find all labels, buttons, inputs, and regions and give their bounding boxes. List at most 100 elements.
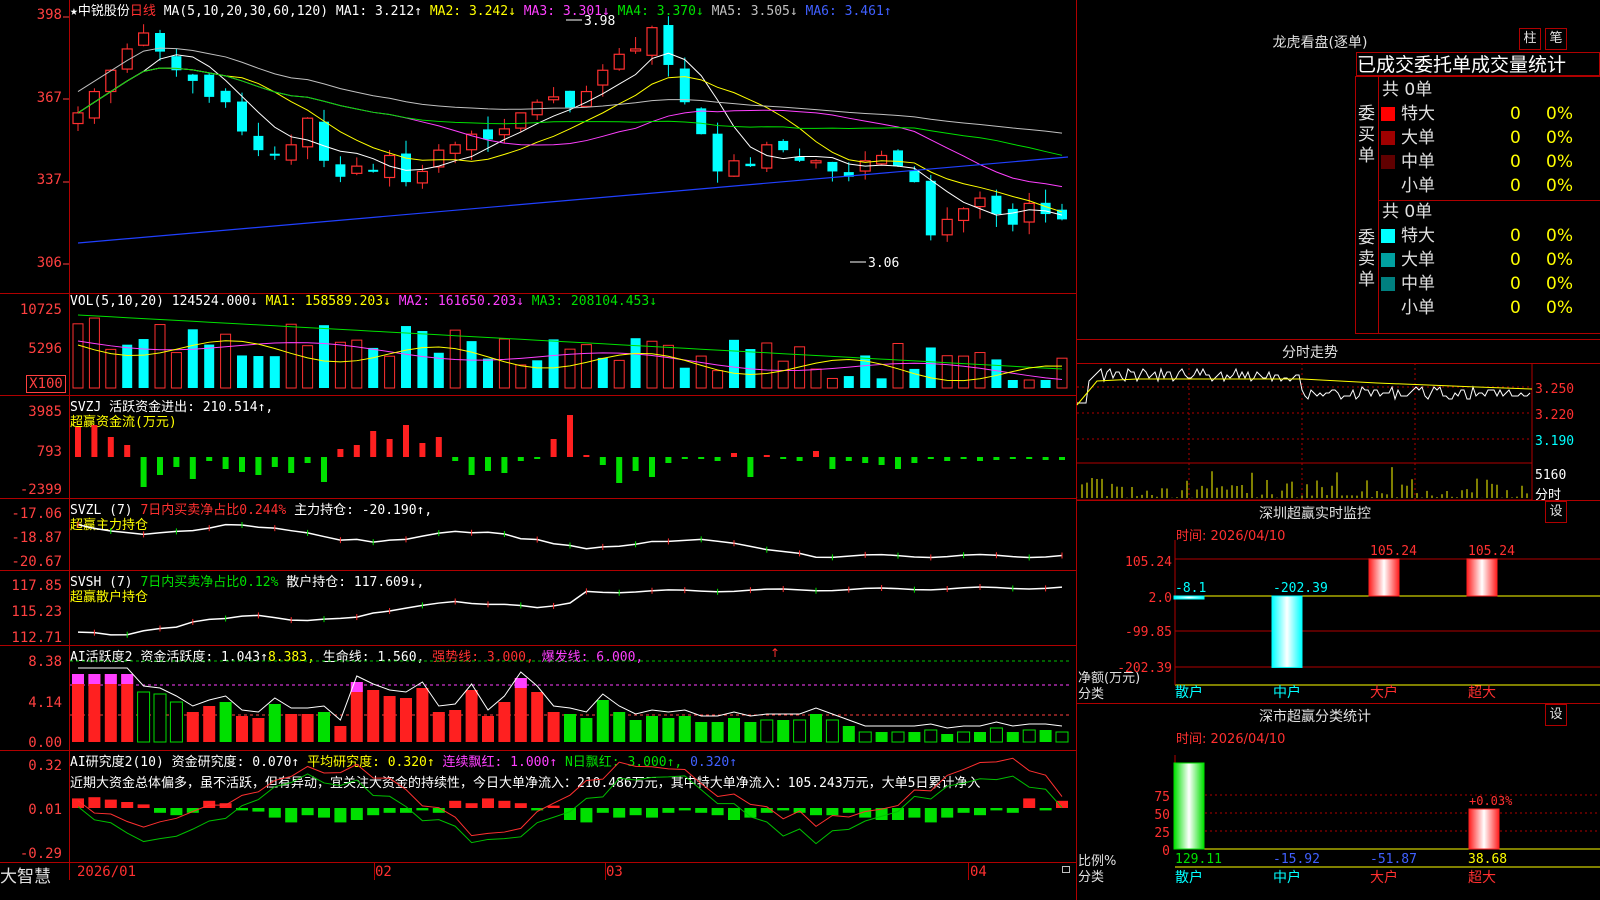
sell-percent: 0%: [1546, 226, 1573, 246]
date-axis-feb: 02: [375, 864, 392, 880]
date-axis-apr: 04: [970, 864, 987, 880]
candle-down: [778, 140, 789, 151]
buy-percent: 0%: [1546, 176, 1573, 196]
svzj-bar-neg: [911, 457, 918, 463]
vol-bar-down: [1040, 380, 1051, 388]
ai1-bar: [596, 700, 609, 742]
candle-up: [728, 160, 740, 177]
svsh-chart[interactable]: [0, 570, 1077, 645]
sz-category: 散户: [1175, 684, 1203, 701]
sell-row: 中单 0 0%: [1381, 272, 1600, 296]
vol-bar-down: [532, 360, 543, 388]
buy-value: 0: [1510, 104, 1521, 124]
svzj-bar-neg: [255, 457, 262, 475]
svzj-bar-pos: [370, 431, 377, 457]
fl-bar: [1468, 808, 1500, 850]
vol-bar-down: [597, 357, 608, 388]
ai2-bar-neg: [252, 808, 265, 812]
svzj-bar-neg: [517, 457, 524, 461]
order-stats-title: 已成交委托单成交量统计: [1356, 52, 1600, 76]
svzj-bar-neg: [157, 457, 163, 475]
ai2-bar-neg: [744, 808, 757, 818]
ai1-bar: [531, 692, 544, 742]
ai2-bar-neg: [678, 808, 691, 811]
intraday-chart[interactable]: [1076, 363, 1600, 501]
candle-down: [237, 101, 247, 132]
ai2-bar-neg: [793, 808, 806, 813]
candle-up: [285, 144, 297, 161]
ai1-bar: [810, 714, 822, 742]
ai2-bar-neg: [285, 808, 298, 823]
ai2-bar-pos: [482, 798, 494, 808]
ai1-bar-top: [121, 674, 134, 684]
candle-up: [302, 117, 314, 148]
ai1-bar: [432, 712, 445, 742]
ai1-bar: [629, 720, 642, 742]
ai2-bar-neg: [842, 808, 855, 813]
sz-bar-value: 105.24: [1370, 544, 1417, 559]
fl-category: 大户: [1370, 869, 1398, 886]
candle-up: [433, 149, 445, 168]
svzj-bar-pos: [567, 415, 573, 457]
buy-value: 0: [1510, 176, 1521, 196]
candle-up: [646, 27, 658, 56]
svzj-bar-neg: [845, 457, 852, 461]
svzj-bar-pos: [353, 445, 360, 457]
candle-up: [138, 32, 150, 46]
sz-bar: [1466, 558, 1498, 597]
ma120-line: [77, 156, 1069, 244]
ai1-bar: [88, 674, 101, 742]
sell-label: 小单: [1401, 298, 1435, 318]
svzj-chart[interactable]: [0, 395, 1077, 498]
buy-row: 小单 0 0%: [1381, 174, 1600, 198]
svzl-chart[interactable]: [0, 498, 1077, 570]
sell-row: 特大 0 0%: [1381, 224, 1600, 248]
buy-swatch: [1381, 131, 1395, 145]
ai2-bar-pos: [104, 799, 117, 808]
svzj-bar-neg: [304, 457, 311, 463]
ai2-bar-neg: [334, 808, 347, 823]
ai1-bar: [383, 696, 396, 742]
tick-view-button[interactable]: 笔: [1545, 28, 1567, 50]
svzj-bar-neg: [206, 457, 213, 461]
ai2-bar-neg: [810, 808, 822, 816]
sell-label: 中单: [1401, 274, 1435, 294]
fenshi-top-line: [1077, 339, 1600, 340]
fenshi-axis-bottom: 3.190: [1535, 434, 1575, 449]
ai2-chart[interactable]: [0, 750, 1077, 862]
sz-settings-button[interactable]: 设: [1545, 501, 1567, 523]
candle-up: [449, 144, 461, 154]
buy-row: 中单 0 0%: [1381, 150, 1600, 174]
ai1-bar: [400, 698, 412, 742]
price-chart[interactable]: [0, 0, 1077, 293]
fl-value: 38.68: [1468, 852, 1507, 867]
ai1-bar: [121, 674, 134, 742]
vol-bar-up: [613, 359, 625, 389]
vol-bar-up: [826, 377, 838, 389]
svzj-bar-pos: [124, 445, 131, 457]
svzj-bar-neg: [714, 457, 721, 461]
sz-monitor-chart[interactable]: -8.1 散户 -202.39 中户 105.24 大户 105.24 超大: [1077, 540, 1600, 701]
candle-up: [875, 154, 888, 165]
fl-settings-button[interactable]: 设: [1545, 704, 1567, 726]
ai2-bar-neg: [1006, 808, 1019, 813]
fl-stats-chart[interactable]: 129.11 散户 -15.92 中户 -51.87 大户 38.68 超大 +0.03%: [1077, 745, 1600, 900]
svzj-bar-neg: [895, 457, 901, 469]
lock-icon[interactable]: [1062, 866, 1070, 873]
ai2-bar-neg: [957, 808, 970, 813]
bar-view-button[interactable]: 柱: [1519, 28, 1541, 50]
candle-down: [909, 170, 920, 183]
candle-up: [1023, 202, 1035, 223]
candle-up: [957, 208, 970, 222]
volume-chart[interactable]: [0, 293, 1077, 395]
sell-swatch: [1381, 229, 1395, 243]
sz-top-line: [1077, 500, 1600, 501]
ai1-bar: [1039, 730, 1052, 742]
fenshi-vol-max: 5160: [1535, 468, 1567, 483]
ai1-chart[interactable]: ↑: [0, 645, 1077, 750]
vol-bar-down: [269, 356, 280, 388]
ai1-bar: [580, 718, 593, 742]
brand-logo[interactable]: 大智慧: [0, 862, 51, 887]
candle-up: [810, 160, 822, 164]
vol-bar-up: [712, 370, 724, 389]
